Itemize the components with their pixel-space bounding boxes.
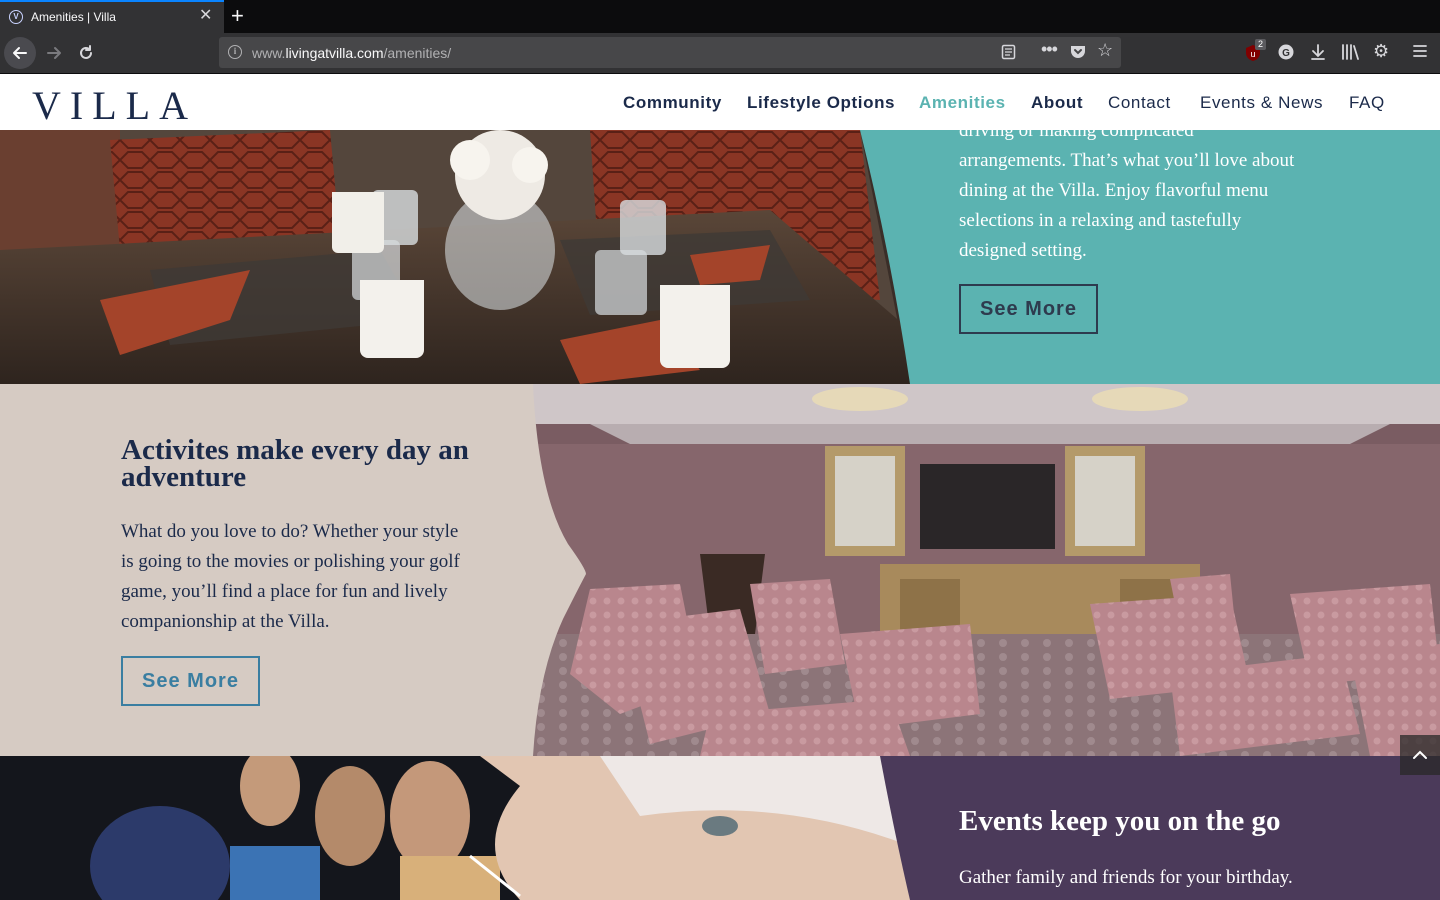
dining-table-photo: [0, 130, 910, 384]
pocket-icon[interactable]: [1070, 44, 1086, 63]
back-arrow-icon[interactable]: [4, 37, 36, 69]
nav-contact[interactable]: Contact: [1108, 93, 1171, 113]
activities-heading: Activites make every day an adventure: [121, 434, 469, 493]
nav-amenities[interactable]: Amenities: [919, 93, 1006, 113]
reader-view-icon[interactable]: [1001, 44, 1016, 64]
chevron-up-icon: [1413, 750, 1427, 759]
svg-text:u: u: [1250, 49, 1255, 59]
info-icon[interactable]: i: [228, 45, 242, 59]
grammarly-icon[interactable]: G: [1278, 44, 1294, 65]
scroll-to-top-button[interactable]: [1400, 735, 1440, 775]
url-text[interactable]: www.livingatvilla.com/amenities/: [252, 45, 451, 61]
nav-community[interactable]: Community: [623, 93, 722, 113]
forward-arrow-icon[interactable]: [38, 37, 70, 69]
svg-text:G: G: [1282, 48, 1290, 59]
villa-logo[interactable]: VILLA: [32, 82, 197, 129]
browser-toolbar: i www.livingatvilla.com/amenities/ ••• ☆…: [0, 33, 1440, 74]
section-divider-curve: [528, 384, 586, 756]
settings-icon[interactable]: ⚙: [1373, 42, 1389, 60]
hamburger-menu-icon[interactable]: [1413, 44, 1427, 63]
nav-about[interactable]: About: [1031, 93, 1083, 113]
events-heading: Events keep you on the go: [959, 805, 1281, 837]
dining-section: driving or making complicated arrangemen…: [0, 130, 1440, 384]
active-tab[interactable]: V Amenities | Villa ✕: [0, 0, 224, 33]
dining-description: driving or making complicated arrangemen…: [959, 130, 1295, 261]
new-tab-icon[interactable]: +: [231, 3, 244, 29]
site-header: VILLA Community Lifestyle Options Amenit…: [0, 74, 1440, 130]
nav-faq[interactable]: FAQ: [1349, 93, 1385, 113]
url-bar[interactable]: i www.livingatvilla.com/amenities/ ••• ☆: [219, 37, 1121, 68]
activities-description: What do you love to do? Whether your sty…: [121, 521, 460, 632]
reload-icon[interactable]: [70, 37, 102, 69]
movie-audience-photo: [0, 756, 910, 900]
activities-section: Activites make every day an adventure Wh…: [0, 384, 1440, 756]
more-actions-icon[interactable]: •••: [1041, 40, 1058, 58]
site-favicon-icon: V: [9, 10, 23, 24]
events-description: Gather family and friends for your birth…: [959, 867, 1293, 888]
ublock-badge: 2: [1255, 39, 1267, 50]
events-section: Events keep you on the go Gather family …: [0, 756, 1440, 900]
nav-lifestyle-options[interactable]: Lifestyle Options: [747, 93, 895, 113]
bookmark-star-icon[interactable]: ☆: [1097, 41, 1113, 59]
theater-room-photo: [530, 384, 1440, 756]
dining-see-more-button[interactable]: See More: [959, 284, 1098, 334]
tab-title: Amenities | Villa: [31, 10, 116, 24]
activities-see-more-button[interactable]: See More: [121, 656, 260, 706]
download-icon[interactable]: [1310, 44, 1326, 65]
tab-strip: V Amenities | Villa ✕ +: [0, 0, 1440, 33]
close-tab-icon[interactable]: ✕: [199, 8, 212, 24]
nav-events-news[interactable]: Events & News: [1200, 93, 1323, 113]
library-icon[interactable]: [1341, 44, 1359, 65]
